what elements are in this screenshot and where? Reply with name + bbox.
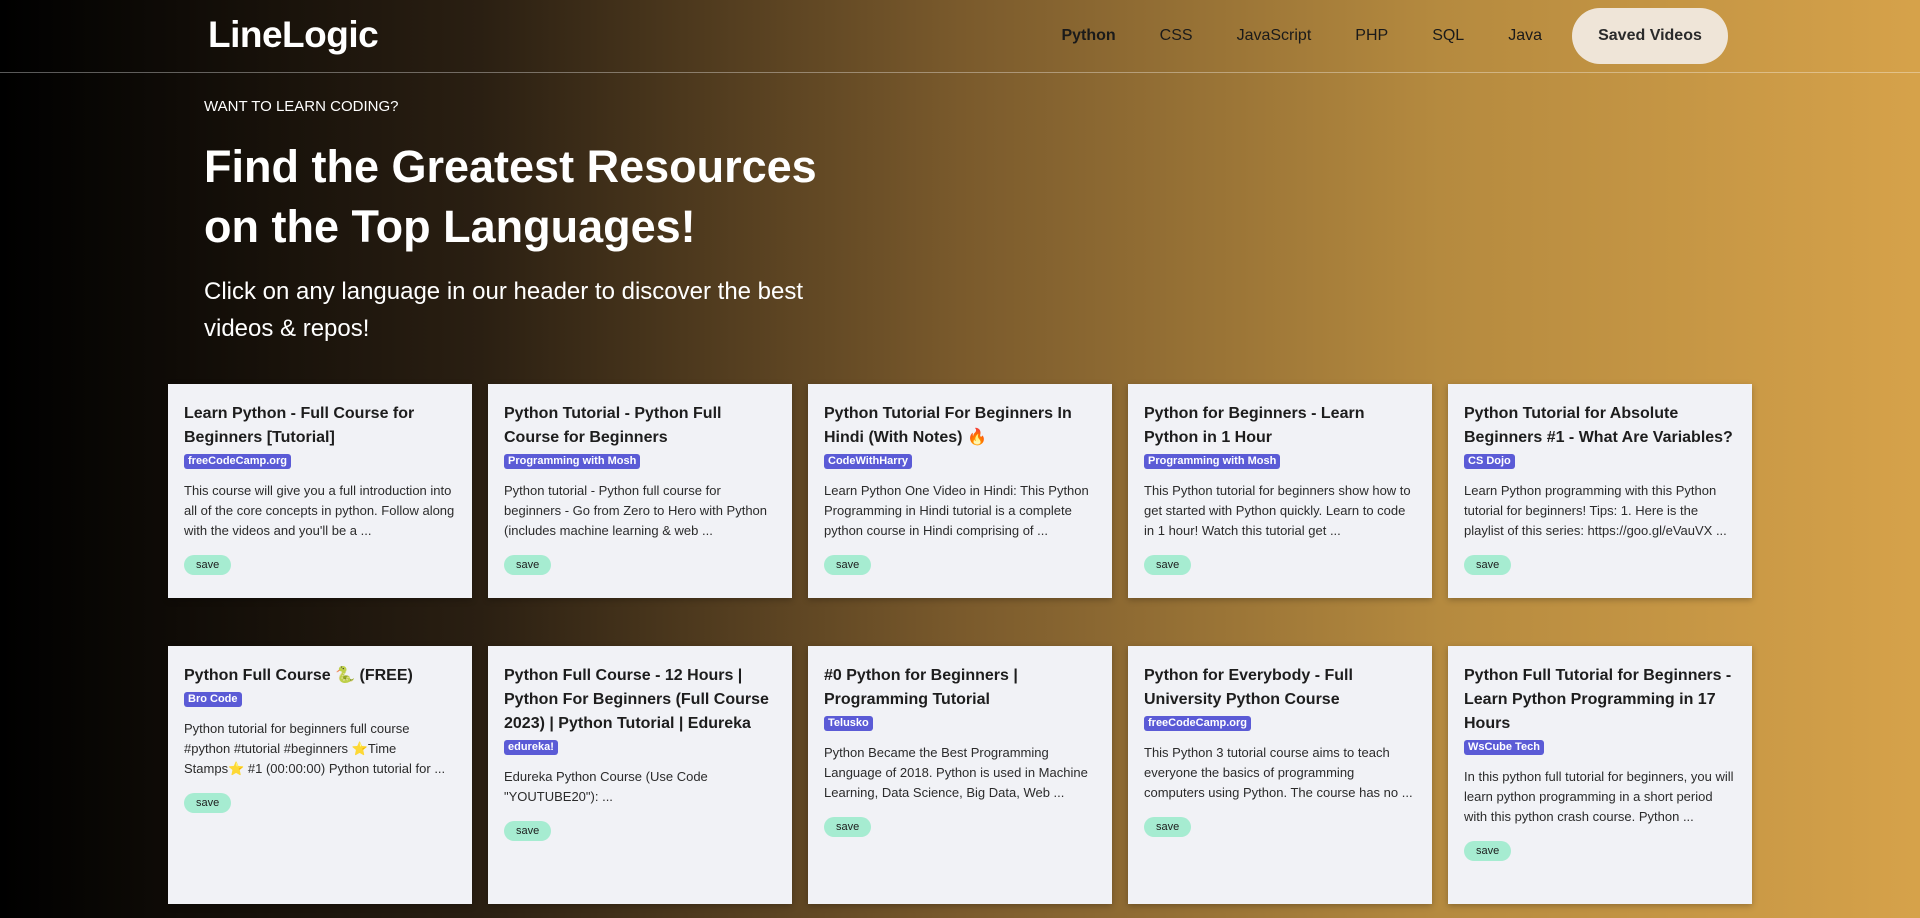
hero-subtitle: Click on any language in our header to d… [204, 278, 804, 342]
language-nav: Python CSS JavaScript PHP SQL Java Saved… [1061, 8, 1728, 64]
video-card[interactable]: Python for Everybody - Full University P… [1128, 646, 1432, 904]
video-description: Learn Python programming with this Pytho… [1464, 483, 1727, 538]
nav-java[interactable]: Java [1508, 27, 1542, 45]
channel-badge: CS Dojo [1464, 454, 1515, 469]
save-button[interactable]: save [504, 821, 552, 841]
video-description: Learn Python One Video in Hindi: This Py… [824, 483, 1089, 538]
video-title[interactable]: Python for Everybody - Full University P… [1144, 664, 1416, 712]
save-button[interactable]: save [1464, 555, 1512, 575]
video-description: Python tutorial - Python full course for… [504, 483, 768, 538]
video-card[interactable]: Python Full Course - 12 Hours | Python F… [488, 646, 792, 904]
video-grid: Learn Python - Full Course for Beginners… [168, 384, 1752, 904]
video-card[interactable]: Python Full Course 🐍 (FREE) Bro Code Pyt… [168, 646, 472, 904]
video-card[interactable]: Python Tutorial For Beginners In Hindi (… [808, 384, 1112, 598]
video-description: Python Became the Best Programming Langu… [824, 745, 1088, 800]
channel-badge: freeCodeCamp.org [184, 454, 292, 469]
channel-badge: edureka! [504, 740, 558, 755]
channel-badge: CodeWithHarry [824, 454, 912, 469]
save-button[interactable]: save [824, 555, 872, 575]
video-card[interactable]: Python Tutorial - Python Full Course for… [488, 384, 792, 598]
channel-badge: Telusko [824, 716, 873, 731]
video-title[interactable]: Python Full Tutorial for Beginners - Lea… [1464, 664, 1736, 736]
video-title[interactable]: Python for Beginners - Learn Python in 1… [1144, 402, 1416, 450]
video-card[interactable]: Python Full Tutorial for Beginners - Lea… [1448, 646, 1752, 904]
video-title[interactable]: Python Tutorial For Beginners In Hindi (… [824, 402, 1096, 450]
video-description: This Python tutorial for beginners show … [1144, 483, 1411, 538]
site-logo[interactable]: LineLogic [208, 14, 379, 56]
hero-eyebrow: WANT TO LEARN CODING? [204, 98, 399, 115]
video-description: This Python 3 tutorial course aims to te… [1144, 745, 1413, 800]
video-title[interactable]: Python Full Course 🐍 (FREE) [184, 664, 456, 688]
video-title[interactable]: Learn Python - Full Course for Beginners… [184, 402, 456, 450]
save-button[interactable]: save [1144, 555, 1192, 575]
hero-section: WANT TO LEARN CODING? Find the Greatest … [204, 98, 824, 347]
channel-badge: freeCodeCamp.org [1144, 716, 1252, 731]
channel-badge: Programming with Mosh [504, 454, 641, 469]
nav-sql[interactable]: SQL [1432, 27, 1464, 45]
save-button[interactable]: save [184, 793, 232, 813]
nav-javascript[interactable]: JavaScript [1237, 27, 1312, 45]
nav-php[interactable]: PHP [1355, 27, 1388, 45]
nav-css[interactable]: CSS [1160, 27, 1193, 45]
hero-title: Find the Greatest Resources on the Top L… [204, 141, 817, 252]
save-button[interactable]: save [1144, 817, 1192, 837]
video-title[interactable]: Python Tutorial for Absolute Beginners #… [1464, 402, 1736, 450]
channel-badge: Bro Code [184, 692, 242, 707]
video-card[interactable]: Python for Beginners - Learn Python in 1… [1128, 384, 1432, 598]
save-button[interactable]: save [1464, 841, 1512, 861]
nav-python[interactable]: Python [1061, 27, 1115, 45]
save-button[interactable]: save [184, 555, 232, 575]
save-button[interactable]: save [824, 817, 872, 837]
site-header: LineLogic Python CSS JavaScript PHP SQL … [0, 0, 1920, 73]
channel-badge: Programming with Mosh [1144, 454, 1281, 469]
video-title[interactable]: Python Tutorial - Python Full Course for… [504, 402, 776, 450]
video-description: Edureka Python Course (Use Code "YOUTUBE… [504, 769, 708, 804]
video-description: This course will give you a full introdu… [184, 483, 455, 538]
channel-badge: WsCube Tech [1464, 740, 1544, 755]
save-button[interactable]: save [504, 555, 552, 575]
video-card[interactable]: #0 Python for Beginners | Programming Tu… [808, 646, 1112, 904]
video-description: Python tutorial for beginners full cours… [184, 721, 446, 776]
video-title[interactable]: #0 Python for Beginners | Programming Tu… [824, 664, 1096, 712]
video-card[interactable]: Python Tutorial for Absolute Beginners #… [1448, 384, 1752, 598]
video-card[interactable]: Learn Python - Full Course for Beginners… [168, 384, 472, 598]
video-title[interactable]: Python Full Course - 12 Hours | Python F… [504, 664, 776, 736]
video-description: In this python full tutorial for beginne… [1464, 769, 1734, 824]
saved-videos-button[interactable]: Saved Videos [1572, 8, 1728, 64]
